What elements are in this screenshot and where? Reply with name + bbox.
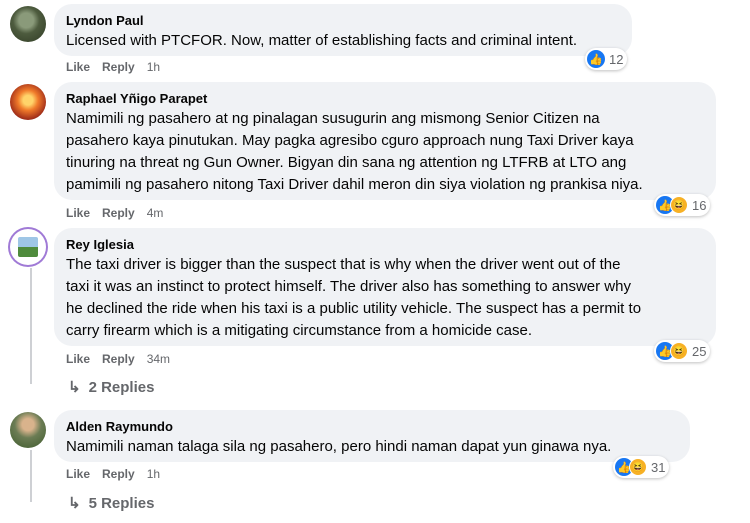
comment-text-line: he declined the ride when his taxi is a … [66,300,642,317]
haha-icon: 😆 [670,196,688,214]
comment-actions: Like Reply 1h [66,467,172,481]
timestamp[interactable]: 1h [147,467,160,481]
reaction-summary[interactable]: 👍 😆 16 [654,194,711,216]
avatar[interactable] [10,84,46,120]
view-replies-link[interactable]: ↳ 2 Replies [68,378,155,397]
comment-author[interactable]: Raphael Yñigo Parapet [66,90,704,108]
comment-actions: Like Reply 4m [66,206,175,220]
timestamp[interactable]: 34m [147,352,170,366]
comment-actions: Like Reply 1h [66,60,172,74]
reply-arrow-icon: ↳ [68,495,81,512]
reaction-summary[interactable]: 👍 😆 31 [613,456,670,478]
reaction-count: 31 [651,459,666,475]
avatar[interactable] [10,412,46,448]
reply-button[interactable]: Reply [102,206,135,220]
like-button[interactable]: Like [66,352,90,366]
comment-text-line: The taxi driver is bigger than the suspe… [66,256,621,273]
comment-author[interactable]: Rey Iglesia [66,236,704,254]
haha-icon: 😆 [629,458,647,476]
comment-actions: Like Reply 34m [66,352,182,366]
reaction-count: 25 [692,343,707,359]
replies-count-label: 5 Replies [88,494,155,512]
reply-button[interactable]: Reply [102,352,135,366]
avatar[interactable] [10,229,46,265]
like-button[interactable]: Like [66,467,90,481]
comment-bubble: Rey Iglesia The taxi driver is bigger th… [54,228,716,346]
comment-text: Licensed with PTCFOR. Now, matter of est… [66,32,578,49]
comment-text-line: pamimili ng pasahero nitong Taxi Driver … [66,176,643,193]
reaction-summary[interactable]: 👍 12 [585,48,628,70]
comment-text-line: Namimili ng pasahero at ng pinalagan sus… [66,110,600,127]
reply-arrow-icon: ↳ [68,379,81,396]
like-icon: 👍 [587,50,605,68]
reaction-summary[interactable]: 👍 😆 25 [654,340,711,362]
haha-icon: 😆 [670,342,688,360]
comment-text-line: taxi it was an instinct to protect himse… [66,278,631,295]
replies-count-label: 2 Replies [88,378,155,396]
comment-text-line: tinuring na threat ng Gun Owner. Bigyan … [66,154,627,171]
reaction-count: 12 [609,51,624,67]
comment-bubble: Alden Raymundo Namimili naman talaga sil… [54,410,690,462]
comment-author[interactable]: Alden Raymundo [66,418,678,436]
timestamp[interactable]: 4m [147,206,164,220]
comment-bubble: Lyndon Paul Licensed with PTCFOR. Now, m… [54,4,632,56]
reply-button[interactable]: Reply [102,467,135,481]
thread-line [30,268,32,384]
like-button[interactable]: Like [66,60,90,74]
avatar[interactable] [10,6,46,42]
thread-line [30,450,32,502]
reaction-count: 16 [692,197,707,213]
timestamp[interactable]: 1h [147,60,160,74]
reply-button[interactable]: Reply [102,60,135,74]
comment-text-line: pasahero kaya pinutukan. May pagka agres… [66,132,634,149]
comment-text-line: carry firearm which is a mitigating circ… [66,322,532,339]
comment-bubble: Raphael Yñigo Parapet Namimili ng pasahe… [54,82,716,200]
view-replies-link[interactable]: ↳ 5 Replies [68,494,155,513]
comment-text: Namimili naman talaga sila ng pasahero, … [66,438,612,455]
comment-author[interactable]: Lyndon Paul [66,12,620,30]
like-button[interactable]: Like [66,206,90,220]
avatar-image [18,237,38,257]
